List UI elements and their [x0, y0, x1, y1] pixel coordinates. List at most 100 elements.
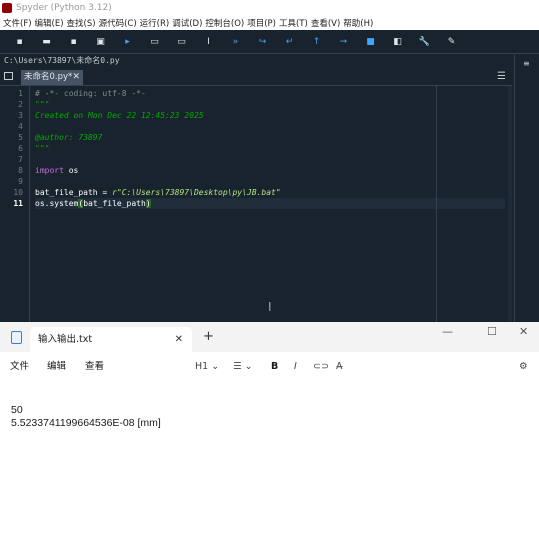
menu-edit[interactable]: 编辑(E)	[35, 17, 64, 29]
run-icon[interactable]: ▸	[114, 30, 141, 54]
save-all-icon[interactable]: ▣	[87, 30, 114, 54]
menu-run[interactable]: 运行(R)	[140, 17, 170, 29]
clear-format-icon[interactable]: A̶	[336, 352, 343, 382]
editor-file-tab[interactable]: 未命名0.py* ✕	[21, 70, 83, 85]
code-token: bat_file_path	[83, 199, 146, 208]
code-token: os	[63, 166, 79, 175]
notepad-window: 输入输出.txt ✕ + — ☐ ✕ 文件 编辑 查看 H1 ⌄ ☰ ⌄ B I…	[0, 322, 539, 540]
matched-bracket: )	[145, 199, 151, 208]
run-cell-icon[interactable]: ▭	[141, 30, 168, 54]
edge-line-marker	[436, 86, 437, 322]
code-keyword: import	[35, 166, 64, 175]
notepad-tabbar: 输入输出.txt ✕ + — ☐ ✕	[0, 322, 539, 352]
menu-search[interactable]: 查找(S)	[67, 17, 96, 29]
notepad-menu-view[interactable]: 查看	[85, 352, 104, 382]
line-number: 1	[18, 89, 23, 98]
line-number-gutter: 1 2 3 4 5 6 7 8 9 10 11	[0, 86, 30, 322]
code-token: bat_file_path =	[35, 188, 113, 197]
code-line-5: @author: 73897	[35, 132, 505, 143]
code-token: """	[35, 100, 50, 109]
browse-tabs-icon[interactable]	[4, 72, 13, 80]
line-number: 5	[18, 133, 23, 142]
notepad-document-tab[interactable]: 输入输出.txt ✕	[30, 327, 192, 352]
spyder-toolbar: ▪ ▬ ▪ ▣ ▸ ▭ ▭ Ⅰ» ↪ ↵ ↑ ➞ ■ ◧ 🔧 ✎	[0, 30, 539, 54]
continue-icon[interactable]: ➞	[330, 30, 357, 54]
minimize-icon[interactable]: —	[442, 325, 453, 338]
options-menu-icon[interactable]: ☰	[497, 71, 506, 82]
pane-options-icon[interactable]: ≡	[523, 59, 530, 68]
open-file-icon[interactable]: ▬	[33, 30, 60, 54]
notepad-tab-title: 输入输出.txt	[38, 334, 93, 345]
menu-source[interactable]: 源代码(C)	[99, 17, 137, 29]
code-line-10: bat_file_path = r"C:\Users\73897\Desktop…	[35, 187, 505, 198]
close-icon[interactable]: ✕	[175, 327, 183, 352]
line-number: 3	[18, 111, 23, 120]
code-line-1: # -*- coding: utf-8 -*-	[35, 88, 505, 99]
line-number: 9	[18, 177, 23, 186]
text-line: 5.5233741199664536E-08 [mm]	[11, 417, 161, 429]
settings-gear-icon[interactable]: ⚙	[519, 352, 528, 382]
close-icon[interactable]: ✕	[72, 70, 80, 85]
step-into-icon[interactable]: ↵	[276, 30, 303, 54]
list-dropdown[interactable]: ☰ ⌄	[233, 352, 253, 382]
code-token: """	[35, 144, 50, 153]
code-token: @author: 73897	[35, 133, 103, 142]
menu-view[interactable]: 查看(V)	[311, 17, 340, 29]
line-number: 6	[18, 144, 23, 153]
python-path-icon[interactable]: ✎	[438, 30, 465, 54]
maximize-icon[interactable]: ☐	[487, 325, 497, 338]
menu-file[interactable]: 文件(F)	[3, 17, 32, 29]
text-line: 50	[11, 404, 23, 416]
maximize-pane-icon[interactable]: ◧	[384, 30, 411, 54]
run-selection-icon[interactable]: Ⅰ	[195, 30, 222, 54]
step-return-icon[interactable]: ↑	[303, 30, 330, 54]
close-window-icon[interactable]: ✕	[519, 325, 528, 338]
line-number: 4	[18, 122, 23, 131]
debug-icon[interactable]: »	[222, 30, 249, 54]
notepad-menu-edit[interactable]: 编辑	[47, 352, 66, 382]
code-string: r"C:\Users\73897\Desktop\py\JB.bat"	[112, 188, 281, 197]
notepad-text-area[interactable]: 50 5.5233741199664536E-08 [mm]	[11, 382, 531, 430]
italic-button[interactable]: I	[294, 352, 297, 382]
notepad-menu-file[interactable]: 文件	[10, 352, 29, 382]
menu-debug[interactable]: 调试(D)	[172, 17, 202, 29]
step-icon[interactable]: ↪	[249, 30, 276, 54]
bold-button[interactable]: B	[271, 352, 278, 382]
line-number: 11	[13, 199, 23, 208]
heading-dropdown[interactable]: H1 ⌄	[195, 352, 219, 382]
line-number: 10	[13, 188, 23, 197]
run-cell-advance-icon[interactable]: ▭	[168, 30, 195, 54]
chevron-down-icon: ⌄	[211, 361, 220, 372]
menu-consoles[interactable]: 控制台(O)	[205, 17, 244, 29]
code-editor[interactable]: 1 2 3 4 5 6 7 8 9 10 11 # -*- coding: utf-8 -*- ""…	[0, 86, 512, 322]
new-tab-icon[interactable]: +	[203, 329, 214, 344]
code-token: Created on Mon Dec 22 12:45:23 2025	[35, 111, 204, 120]
editor-tab-row: 未命名0.py* ✕ ☰	[0, 68, 512, 86]
spyder-titlebar: Spyder (Python 3.12)	[0, 0, 539, 15]
link-icon[interactable]: ⊂⊃	[313, 352, 329, 382]
code-line-2: """	[35, 99, 505, 110]
save-icon[interactable]: ▪	[60, 30, 87, 54]
spyder-logo-icon	[2, 2, 12, 13]
code-line-3: Created on Mon Dec 22 12:45:23 2025	[35, 110, 505, 121]
window-title: Spyder (Python 3.12)	[16, 2, 112, 13]
code-token: # -*- coding: utf-8 -*-	[35, 89, 146, 98]
side-pane: ≡	[514, 55, 539, 322]
editor-scrollbar[interactable]	[508, 86, 512, 322]
code-line-8: import os	[35, 165, 505, 176]
line-number: 2	[18, 100, 23, 109]
code-token: os.system	[35, 199, 79, 208]
new-file-icon[interactable]: ▪	[6, 30, 33, 54]
file-path-bar: C:\Users\73897\未命名0.py	[0, 55, 512, 67]
chevron-down-icon: ⌄	[244, 361, 253, 372]
spyder-menubar: 文件(F) 编辑(E) 查找(S) 源代码(C) 运行(R) 调试(D) 控制台…	[0, 15, 539, 30]
menu-projects[interactable]: 项目(P)	[247, 17, 276, 29]
code-line-6: """	[35, 143, 505, 154]
menu-tools[interactable]: 工具(T)	[279, 17, 308, 29]
heading-label: H1	[195, 361, 209, 372]
preferences-icon[interactable]: 🔧	[411, 30, 438, 54]
menu-help[interactable]: 帮助(H)	[343, 17, 373, 29]
stop-debug-icon[interactable]: ■	[357, 30, 384, 54]
